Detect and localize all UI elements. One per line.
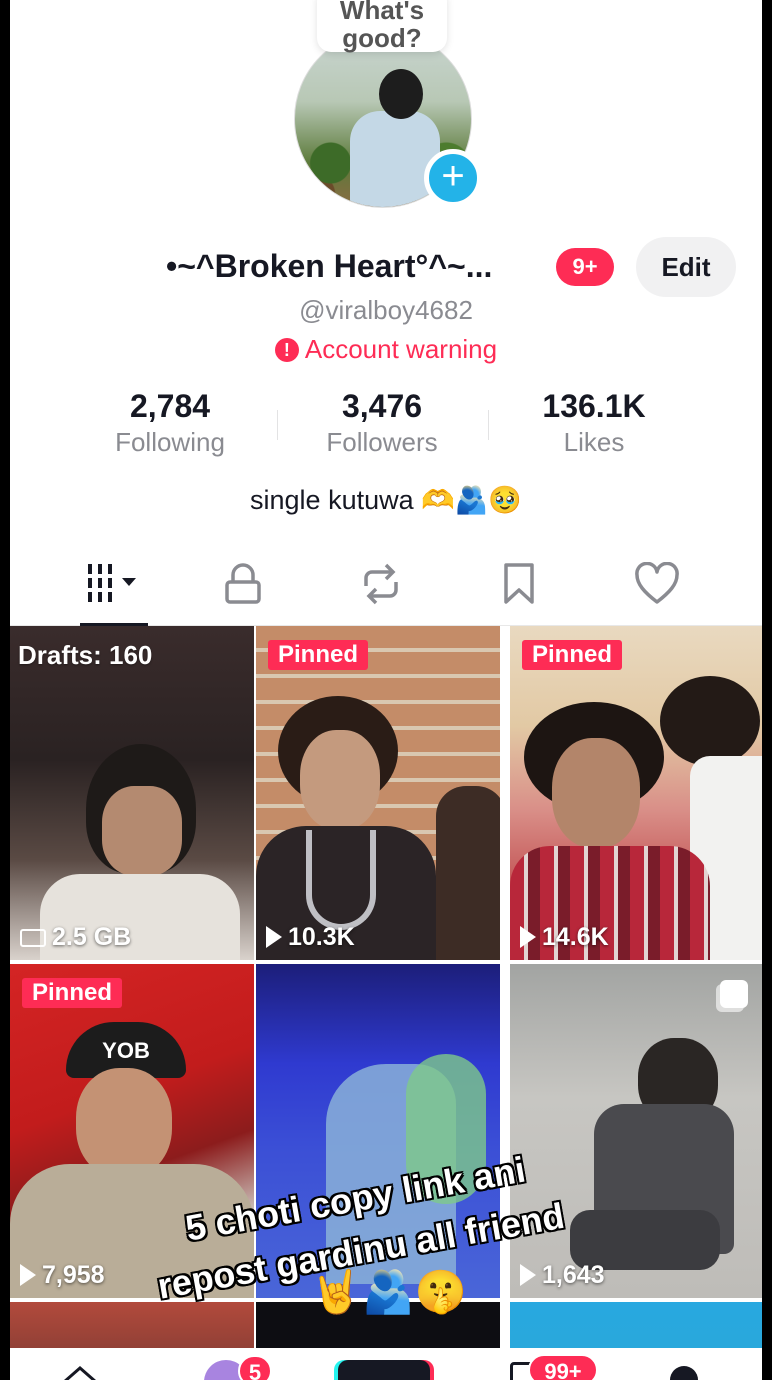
- tab-favorites[interactable]: [444, 548, 594, 626]
- overlay-emoji: 🤘🫂🤫: [310, 1268, 467, 1315]
- tab-liked[interactable]: [582, 548, 732, 626]
- folder-icon: [20, 929, 46, 947]
- video-tile[interactable]: Pinned 10.3K: [256, 626, 500, 960]
- video-tile[interactable]: YOB Pinned 7,958: [10, 964, 254, 1298]
- inbox-tab[interactable]: 99+: [510, 1354, 598, 1380]
- friends-tab[interactable]: 5: [204, 1355, 272, 1380]
- stat-divider: [277, 410, 278, 440]
- profile-tabs: [10, 548, 762, 627]
- repost-icon: [364, 563, 398, 605]
- lock-icon: [225, 563, 261, 604]
- view-count: 10.3K: [266, 923, 355, 952]
- heart-icon: [635, 562, 679, 604]
- username: @viralboy4682: [299, 295, 473, 325]
- add-story-plus-icon[interactable]: +: [424, 149, 482, 207]
- account-warning-link[interactable]: ! Account warning: [10, 334, 762, 365]
- profile-tab[interactable]: [670, 1366, 698, 1380]
- drafts-tile[interactable]: Drafts: 160 2.5 GB: [10, 626, 254, 960]
- video-tile[interactable]: 1,643: [510, 964, 762, 1298]
- stat-divider: [488, 410, 489, 440]
- friends-badge: 5: [238, 1355, 272, 1380]
- drafts-size-text: 2.5 GB: [52, 923, 132, 951]
- display-name: •~^Broken Heart°^~...: [166, 248, 493, 284]
- pinned-badge: Pinned: [22, 978, 123, 1008]
- bio: single kutuwa 🫶🫂🥹: [250, 485, 522, 515]
- bottom-nav: 5 99+: [10, 1348, 762, 1380]
- inbox-badge: 99+: [528, 1354, 598, 1380]
- play-icon: [20, 1264, 36, 1286]
- video-tile[interactable]: Pinned 14.6K: [510, 626, 762, 960]
- stat-followers-label: Followers: [326, 427, 438, 457]
- video-tile[interactable]: [256, 964, 500, 1298]
- view-count: 14.6K: [520, 923, 609, 952]
- stat-following-value: 2,784: [129, 388, 211, 424]
- profile-stats: 2,784 Following 3,476 Followers 136.1K L…: [10, 388, 762, 468]
- view-count: 7,958: [20, 1261, 105, 1290]
- notifications-badge[interactable]: 9+: [556, 248, 614, 286]
- bookmark-icon: [504, 563, 534, 604]
- tab-reposts[interactable]: [306, 548, 456, 626]
- stat-likes-value: 136.1K: [542, 388, 646, 424]
- account-warning-text: Account warning: [304, 334, 498, 364]
- profile-icon: [670, 1366, 698, 1380]
- create-button[interactable]: [338, 1360, 430, 1380]
- play-icon: [520, 926, 536, 948]
- stat-following[interactable]: 2,784 Following: [70, 388, 270, 458]
- edit-profile-button[interactable]: Edit: [636, 237, 736, 297]
- stat-followers[interactable]: 3,476 Followers: [282, 388, 482, 458]
- stat-likes[interactable]: 136.1K Likes: [494, 388, 694, 458]
- drafts-count: Drafts: 160: [18, 640, 153, 670]
- stat-likes-label: Likes: [563, 427, 625, 457]
- plus-icon: [338, 1360, 430, 1380]
- video-grid: Drafts: 160 2.5 GB Pinned 10.3K Pinned 1…: [10, 626, 762, 1380]
- videos-grid-icon: [88, 564, 136, 602]
- pinned-badge: Pinned: [522, 640, 623, 670]
- profile-screen: What's good? + •~^Broken Heart°^~... 9+ …: [10, 0, 762, 1380]
- profile-note-text: What's good?: [339, 0, 425, 53]
- profile-note-bubble[interactable]: What's good?: [317, 0, 447, 52]
- play-icon: [266, 926, 282, 948]
- stat-following-label: Following: [115, 427, 225, 457]
- tab-private[interactable]: [168, 548, 318, 626]
- stat-followers-value: 3,476: [341, 388, 423, 424]
- pinned-badge: Pinned: [268, 640, 369, 670]
- play-icon: [520, 1264, 536, 1286]
- view-count: 1,643: [520, 1261, 605, 1290]
- multi-image-icon: [720, 980, 748, 1008]
- home-icon[interactable]: [60, 1362, 100, 1380]
- name-row: •~^Broken Heart°^~... 9+ Edit: [10, 237, 762, 297]
- drafts-size: 2.5 GB: [20, 923, 131, 952]
- warning-icon: !: [274, 338, 299, 362]
